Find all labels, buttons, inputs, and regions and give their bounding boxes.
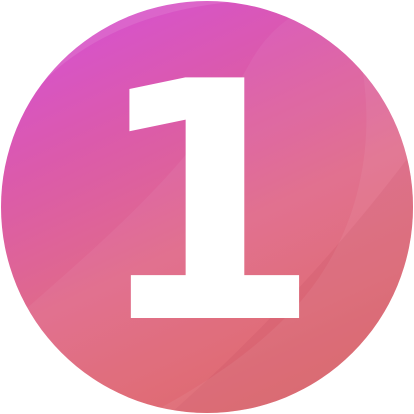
badge-numeral: 1 [92,12,322,396]
number-badge: 1 [1,1,413,413]
